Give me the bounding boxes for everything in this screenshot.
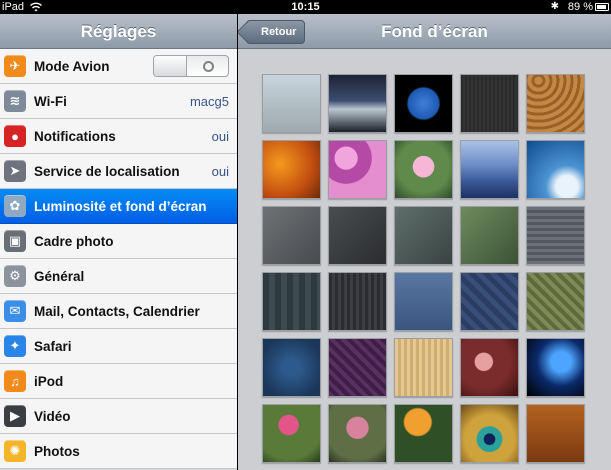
sidebar-item-photos[interactable]: ✺ Photos xyxy=(0,434,237,469)
gray-pebbles-wallpaper[interactable] xyxy=(262,206,321,265)
sidebar-item-label: Vidéo xyxy=(34,408,71,424)
settings-title: Réglages xyxy=(80,22,157,41)
battery-percent: 89 % xyxy=(567,1,593,13)
dark-stripes-wallpaper[interactable] xyxy=(328,272,387,331)
sidebar-item-label: Wi-Fi xyxy=(34,93,67,109)
brightness-wallpaper-icon: ✿ xyxy=(4,195,26,217)
dark-feathers-wallpaper[interactable] xyxy=(328,206,387,265)
sidebar-item-label: Safari xyxy=(34,338,72,354)
sidebar-item-video[interactable]: ▶ Vidéo xyxy=(0,399,237,434)
sidebar-item-wifi[interactable]: ≋ Wi-Fi macg5 xyxy=(0,84,237,119)
sidebar-item-picture-frame[interactable]: ▣ Cadre photo xyxy=(0,224,237,259)
ipod-icon: ♫ xyxy=(4,370,26,392)
birds-sky-wallpaper[interactable] xyxy=(262,74,321,133)
settings-list: ✈ Mode Avion ≋ Wi-Fi macg5 ● Notifications oui ➤… xyxy=(0,49,237,469)
clock: 10:15 xyxy=(291,1,320,13)
notifications-icon: ● xyxy=(4,125,26,147)
settings-header: Réglages xyxy=(0,14,237,49)
location-icon: ➤ xyxy=(4,160,26,182)
sidebar-item-mail[interactable]: ✉ Mail, Contacts, Calendrier xyxy=(0,294,237,329)
teal-rain-wallpaper[interactable] xyxy=(394,206,453,265)
navy-dots-wallpaper[interactable] xyxy=(262,338,321,397)
sidebar-item-value: oui xyxy=(211,163,229,179)
photos-icon: ✺ xyxy=(4,440,26,462)
beige-weave-wallpaper[interactable] xyxy=(394,338,453,397)
sidebar-item-label: Mail, Contacts, Calendrier xyxy=(34,303,200,319)
wood-rings-wallpaper[interactable] xyxy=(526,74,585,133)
denim-wallpaper[interactable] xyxy=(394,272,453,331)
picture-frame-icon: ▣ xyxy=(4,230,26,252)
sidebar-item-gear[interactable]: ⚙ Général xyxy=(0,259,237,294)
sidebar-item-label: Notifications xyxy=(34,128,116,144)
sidebar-item-label: Cadre photo xyxy=(34,233,114,249)
orange-poppy-wallpaper[interactable] xyxy=(394,404,453,463)
wallpaper-title: Fond d’écran xyxy=(381,22,488,41)
wallpaper-pane: Retour Fond d’écran xyxy=(238,14,611,470)
sidebar-item-label: Service de localisation xyxy=(34,163,180,179)
water-lily-wallpaper[interactable] xyxy=(394,140,453,199)
green-fabric-wallpaper[interactable] xyxy=(460,206,519,265)
video-icon: ▶ xyxy=(4,405,26,427)
peacock-feather-wallpaper[interactable] xyxy=(460,404,519,463)
sidebar-item-airplane[interactable]: ✈ Mode Avion xyxy=(0,49,237,84)
blue-mountains-wallpaper[interactable] xyxy=(460,140,519,199)
sidebar-item-brightness-wallpaper[interactable]: ✿ Luminosité et fond d’écran xyxy=(0,189,237,224)
mail-icon: ✉ xyxy=(4,300,26,322)
pink-camo-wallpaper[interactable] xyxy=(328,140,387,199)
sidebar-item-ipod[interactable]: ♫ iPod xyxy=(0,364,237,399)
wifi-icon: ≋ xyxy=(4,90,26,112)
sidebar-item-label: Photos xyxy=(34,443,80,459)
gear-icon: ⚙ xyxy=(4,265,26,287)
off-indicator-icon xyxy=(203,61,214,72)
airplane-icon: ✈ xyxy=(4,55,26,77)
sidebar-item-value: oui xyxy=(211,128,229,144)
sidebar-item-location[interactable]: ➤ Service de localisation oui xyxy=(0,154,237,189)
plum-weave-wallpaper[interactable] xyxy=(328,338,387,397)
sidebar-item-safari[interactable]: ✦ Safari xyxy=(0,329,237,364)
tiki-mask-wallpaper[interactable] xyxy=(526,404,585,463)
settings-pane: Réglages ✈ Mode Avion ≋ Wi-Fi macg5 ● Notifica… xyxy=(0,14,237,470)
toggle-thumb[interactable] xyxy=(154,56,187,76)
blue-bokeh-wallpaper[interactable] xyxy=(526,338,585,397)
olive-pattern-wallpaper[interactable] xyxy=(526,272,585,331)
bluetooth-icon: ✱ xyxy=(550,1,559,12)
blue-geometric-wallpaper[interactable] xyxy=(460,272,519,331)
lake-sunset-wallpaper[interactable] xyxy=(328,74,387,133)
earth-wallpaper[interactable] xyxy=(394,74,453,133)
status-bar: iPad 10:15 ✱ 89 % xyxy=(0,0,611,14)
roses-wallpaper[interactable] xyxy=(328,404,387,463)
sidebar-item-label: iPod xyxy=(34,373,64,389)
sidebar-item-label: Luminosité et fond d’écran xyxy=(34,198,207,214)
sidebar-item-label: Mode Avion xyxy=(34,58,110,74)
autumn-leaves-wallpaper[interactable] xyxy=(262,140,321,199)
sidebar-item-notifications[interactable]: ● Notifications oui xyxy=(0,119,237,154)
plaid-wallpaper[interactable] xyxy=(262,272,321,331)
safari-icon: ✦ xyxy=(4,335,26,357)
sakura-wallpaper[interactable] xyxy=(460,338,519,397)
pink-rose-wallpaper[interactable] xyxy=(262,404,321,463)
cobblestone-wallpaper[interactable] xyxy=(526,206,585,265)
airplane-mode-toggle[interactable] xyxy=(153,55,229,77)
sidebar-item-label: Général xyxy=(34,268,85,284)
battery-icon xyxy=(595,3,609,11)
wave-wallpaper[interactable] xyxy=(526,140,585,199)
dark-texture-wallpaper[interactable] xyxy=(460,74,519,133)
wallpaper-header: Retour Fond d’écran xyxy=(238,14,611,49)
sidebar-item-value: macg5 xyxy=(189,93,229,109)
